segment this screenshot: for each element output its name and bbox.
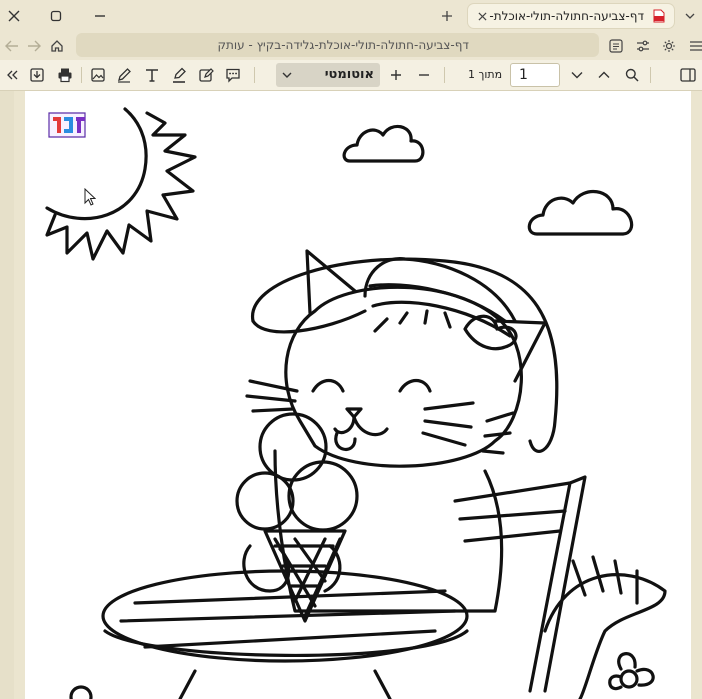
menu-icon (689, 39, 702, 53)
flower-drawing (608, 652, 655, 691)
navigation-bar: דף-צביעה-חתולה-תולי-אוכלת-גלידה-בקיץ - ע… (0, 32, 702, 60)
zoom-value: אוטומטי (324, 67, 374, 82)
pdf-page[interactable] (25, 91, 691, 699)
print-icon (57, 67, 73, 83)
add-image-icon (90, 67, 106, 83)
draw-button[interactable] (112, 63, 136, 87)
pdf-toolbar: אוטומטי מתוך 1 1 (0, 60, 702, 91)
page-number-input[interactable]: 1 (510, 63, 560, 87)
reader-view-button[interactable] (604, 34, 628, 58)
home-icon (50, 39, 64, 53)
chevron-down-icon (282, 68, 292, 82)
title-bar: דף-צביעה-חתולה-תולי-אוכלת- (0, 0, 702, 32)
menu-button[interactable] (684, 34, 702, 58)
site-logo (45, 107, 91, 141)
brightness-button[interactable] (657, 34, 681, 58)
new-tab-button[interactable] (435, 4, 459, 28)
search-icon (625, 68, 639, 82)
add-image-button[interactable] (86, 63, 110, 87)
text-tool-icon (144, 67, 160, 83)
double-chevron-left-icon (6, 70, 18, 80)
next-page-button[interactable] (565, 63, 589, 87)
draw-pen-icon (116, 67, 132, 83)
cloud-drawing (527, 189, 634, 236)
print-button[interactable] (53, 63, 77, 87)
zoom-select[interactable]: אוטומטי (276, 63, 380, 87)
settings-sliders-icon (636, 39, 650, 53)
zoom-out-button[interactable] (412, 63, 436, 87)
forward-arrow-icon (27, 40, 41, 52)
maximize-icon (50, 10, 62, 22)
page-down-icon (571, 71, 583, 79)
pdf-file-icon (652, 9, 666, 23)
chair-drawing (453, 475, 587, 693)
url-text: דף-צביעה-חתולה-תולי-אוכלת-גלידה-בקיץ - ע… (217, 38, 469, 52)
tab-title: דף-צביעה-חתולה-תולי-אוכלת- (489, 9, 644, 23)
save-button[interactable] (25, 63, 49, 87)
back-arrow-icon (5, 40, 19, 52)
comment-icon (225, 67, 241, 83)
cloud-drawing (342, 124, 425, 163)
new-tab-icon (441, 10, 453, 22)
toolbar-separator (254, 67, 255, 83)
settings-button[interactable] (631, 34, 655, 58)
pdf-viewer[interactable] (0, 91, 702, 699)
highlight-icon (171, 67, 187, 83)
zoom-out-minus-icon (418, 69, 430, 81)
sidebar-toggle-icon (680, 68, 696, 82)
home-button[interactable] (45, 34, 69, 58)
page-count-label: מתוך 1 (468, 68, 503, 81)
find-button[interactable] (620, 63, 644, 87)
reader-view-icon (609, 39, 623, 53)
cat-eye-drawing (398, 378, 432, 393)
signature-icon (198, 67, 214, 83)
maximize-window-button[interactable] (44, 4, 68, 28)
toolbar-separator (650, 67, 651, 83)
zoom-in-plus-icon (390, 69, 402, 81)
signature-button[interactable] (194, 63, 218, 87)
minimize-icon (94, 10, 106, 22)
browser-tab-active[interactable]: דף-צביעה-חתולה-תולי-אוכלת- (468, 4, 674, 28)
page-up-icon (598, 71, 610, 79)
sidebar-toggle-button[interactable] (676, 63, 700, 87)
table-drawing (101, 569, 469, 699)
zoom-in-button[interactable] (384, 63, 408, 87)
cat-eye-drawing (311, 378, 345, 393)
save-download-icon (29, 67, 45, 83)
cat-head-drawing (284, 285, 523, 468)
highlight-button[interactable] (167, 63, 191, 87)
toolbar-separator (444, 67, 445, 83)
brightness-icon (662, 39, 676, 53)
close-window-button[interactable] (2, 4, 26, 28)
left-gutter (0, 91, 14, 699)
comment-button[interactable] (221, 63, 245, 87)
forward-button[interactable] (22, 34, 46, 58)
toolbar-separator (81, 67, 82, 83)
close-icon (8, 10, 20, 22)
text-tool-button[interactable] (140, 63, 164, 87)
coloring-page-illustration (45, 107, 667, 699)
previous-page-button[interactable] (592, 63, 616, 87)
chevron-down-icon (685, 13, 695, 19)
mouse-cursor-icon (84, 188, 96, 206)
expand-toolbar-button[interactable] (0, 63, 24, 87)
minimize-window-button[interactable] (88, 4, 112, 28)
tab-list-button[interactable] (680, 4, 700, 28)
url-bar[interactable]: דף-צביעה-חתולה-תולי-אוכלת-גלידה-בקיץ - ע… (76, 33, 599, 57)
back-button[interactable] (0, 34, 24, 58)
